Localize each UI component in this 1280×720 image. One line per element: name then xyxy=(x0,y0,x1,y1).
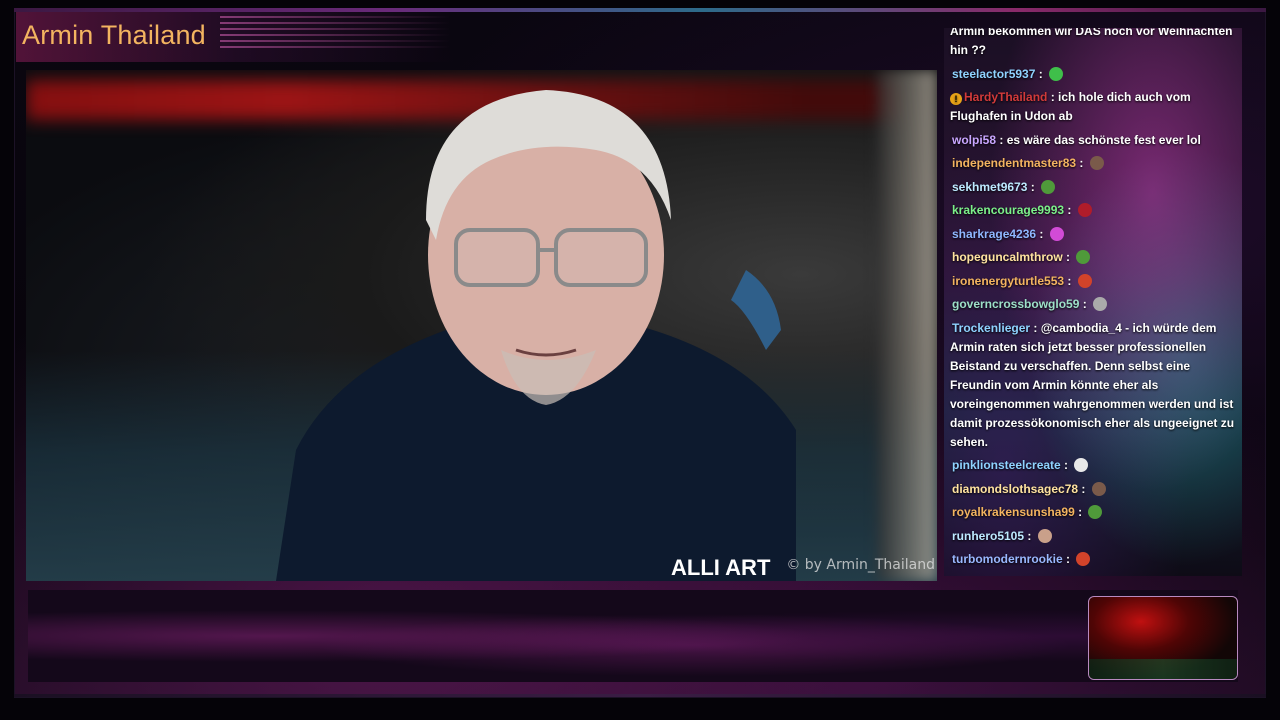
chat-username[interactable]: runhero5105 xyxy=(952,529,1024,543)
chat-username[interactable]: pinklionsteelcreate xyxy=(952,458,1061,472)
chat-separator: : xyxy=(1076,156,1087,170)
title-stripes xyxy=(220,16,450,56)
chat-message: independentmaster83 : xyxy=(950,154,1238,173)
frog-emote-icon xyxy=(1041,179,1056,194)
chat-username[interactable]: steelactor5937 xyxy=(952,67,1035,81)
background-wall xyxy=(877,70,937,581)
chat-message: ironenergyturtle553 : xyxy=(950,272,1238,291)
face-emote-icon xyxy=(1091,481,1106,496)
chat-separator: : xyxy=(1064,273,1075,288)
chat-username[interactable]: sharkrage4236 xyxy=(952,227,1036,241)
chat-separator: : xyxy=(1078,481,1089,496)
chat-username[interactable]: krakencourage9993 xyxy=(952,203,1064,217)
red-emote-icon xyxy=(1077,203,1092,217)
moderator-badge-icon: ! xyxy=(950,93,962,105)
chat-username[interactable]: diamondslothsagec78 xyxy=(952,482,1078,496)
chat-username[interactable]: independentmaster83 xyxy=(952,156,1076,170)
chat-separator: : xyxy=(1064,203,1075,217)
chat-username[interactable]: ironenergyturtle553 xyxy=(952,274,1064,288)
chat-message: hopeguncalmthrow : xyxy=(950,248,1238,267)
chat-username[interactable]: hopeguncalmthrow xyxy=(952,250,1063,264)
bottom-decor-bar xyxy=(28,590,1238,682)
chat-text: es wäre das schönste fest ever lol xyxy=(1006,132,1201,147)
chat-username[interactable]: HardyThailand xyxy=(964,90,1047,104)
webcam-video: ALLI ART © by Armin_Thailand xyxy=(26,70,937,581)
chat-separator: : xyxy=(1027,179,1039,194)
streamer-figure: ALLI ART xyxy=(276,90,796,581)
frog-emote-icon xyxy=(1076,250,1091,264)
chat-username[interactable]: sekhmet9673 xyxy=(952,180,1027,194)
frog-emote-icon xyxy=(1088,505,1103,519)
chat-message: wolpi58 : es wäre das schönste fest ever… xyxy=(950,131,1238,150)
chat-separator: : xyxy=(1035,66,1047,81)
chat-separator: : xyxy=(1034,576,1045,577)
chat-username[interactable]: loyalchief2607 xyxy=(952,576,1034,577)
chat-separator: : xyxy=(1024,528,1035,543)
chat-message: diamondslothsagec78 : xyxy=(950,480,1238,499)
chat-username[interactable]: Trockenlieger xyxy=(952,321,1030,335)
chat-message: governcrossbowglo59 : xyxy=(950,295,1238,314)
chat-text: @cambodia_4 - ich würde dem Armin raten … xyxy=(950,320,1235,449)
svg-text:ALLI ART: ALLI ART xyxy=(671,555,771,580)
chat-message: loyalchief2607 : xyxy=(950,574,1238,577)
chat-username[interactable]: royalkrakensunsha99 xyxy=(952,505,1075,519)
chat-message: ! HardyThailand : ich hole dich auch vom … xyxy=(950,88,1238,126)
chat-username[interactable]: wolpi58 xyxy=(952,133,996,147)
secondary-camera-thumbnail xyxy=(1088,596,1238,680)
devil-emote-icon xyxy=(1076,552,1091,566)
chat-username[interactable]: governcrossbowglo59 xyxy=(952,297,1079,311)
chat-separator: : xyxy=(1047,90,1059,104)
chat-separator: : xyxy=(1030,320,1041,335)
dash-emote-icon xyxy=(1093,297,1108,311)
chat-message: sekhmet9673 : xyxy=(950,178,1238,197)
chat-separator: : xyxy=(1074,505,1086,519)
chat-message: runhero5105 : xyxy=(950,527,1238,546)
chat-message: royalkrakensunsha99 : xyxy=(950,503,1238,522)
chat-message: Armin bekommen wir DAS noch vor Weihnach… xyxy=(950,28,1238,60)
bottom-accent-strip xyxy=(14,694,1266,697)
chat-text: Armin bekommen wir DAS noch vor Weihnach… xyxy=(950,28,1233,57)
chat-username[interactable]: turbomodernrookie xyxy=(952,552,1063,566)
green-emote-icon xyxy=(1049,66,1064,81)
chat-message: sharkrage4236 : xyxy=(950,225,1238,244)
face-emote-icon xyxy=(1089,156,1104,170)
chat-separator: : xyxy=(1062,552,1074,566)
chat-separator: : xyxy=(1036,226,1047,241)
chat-message: pinklionsteelcreate : xyxy=(950,456,1238,475)
chat-message: Trockenlieger : @cambodia_4 - ich würde … xyxy=(950,319,1238,452)
leaf-emote-icon xyxy=(1074,458,1089,472)
feather-emote-icon xyxy=(1049,226,1064,241)
chat-separator: : xyxy=(1079,297,1091,311)
chat-separator: : xyxy=(1062,250,1074,264)
chat-message: turbomodernrookie : xyxy=(950,550,1238,569)
video-watermark: © by Armin_Thailand xyxy=(786,557,935,573)
chat-message: steelactor5937 : xyxy=(950,65,1238,84)
chat-separator: : xyxy=(1060,458,1072,472)
channel-title: Armin Thailand xyxy=(22,20,206,50)
devil-emote-icon xyxy=(1077,273,1092,288)
chat-message: krakencourage9993 : xyxy=(950,201,1238,220)
person-emote-icon xyxy=(1037,528,1052,543)
chat-panel[interactable]: Armin bekommen wir DAS noch vor Weihnach… xyxy=(944,28,1242,576)
chat-message-list: Armin bekommen wir DAS noch vor Weihnach… xyxy=(944,28,1242,576)
chat-separator: : xyxy=(996,132,1007,147)
frog-emote-icon xyxy=(1047,575,1062,576)
